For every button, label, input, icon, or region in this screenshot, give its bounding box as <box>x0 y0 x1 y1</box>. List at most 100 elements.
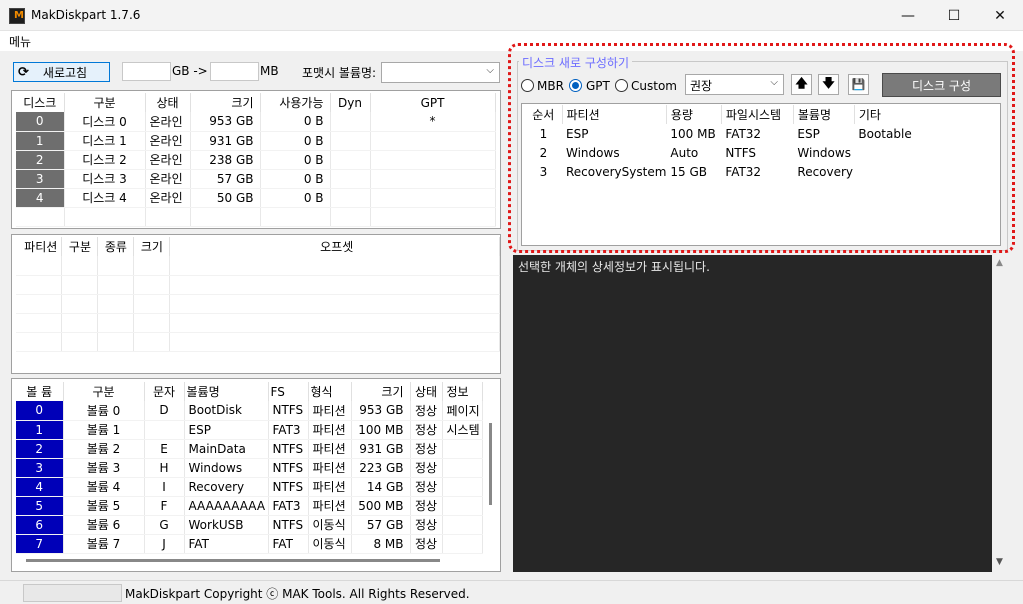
volume-fs: NTFS <box>268 515 309 535</box>
col-disk[interactable]: 디스크 <box>16 93 65 112</box>
volume-size: 953 GB <box>351 401 411 421</box>
table-row[interactable]: 1 디스크 1 온라인 931 GB 0 B <box>16 131 496 151</box>
gb-label: GB -> <box>172 64 208 78</box>
volume-label-select[interactable]: ⌵ <box>381 62 500 83</box>
volume-size: 14 GB <box>351 477 411 497</box>
table-row[interactable]: 4 디스크 4 온라인 50 GB 0 B <box>16 188 496 208</box>
minimize-icon: — <box>901 7 915 24</box>
volume-index: 4 <box>16 477 64 497</box>
col-label[interactable]: 볼륨명 <box>184 382 269 401</box>
disk-name: 디스크 0 <box>64 112 146 132</box>
menu-item[interactable]: 메뉴 <box>9 33 31 50</box>
col-size[interactable]: 크기 <box>190 93 261 112</box>
volume-scrollbar[interactable] <box>489 423 492 505</box>
volume-fs: FAT3 <box>268 420 309 440</box>
volume-index: 5 <box>16 496 64 516</box>
col-status[interactable]: 상태 <box>410 382 443 401</box>
volume-status: 정상 <box>410 496 443 516</box>
volume-size: 57 GB <box>351 515 411 535</box>
volume-label: Recovery <box>184 477 269 497</box>
close-icon: ✕ <box>994 7 1006 24</box>
col-kind[interactable]: 구분 <box>63 382 145 401</box>
volume-format: 이동식 <box>308 515 352 535</box>
volume-size: 500 MB <box>351 496 411 516</box>
chevron-down-icon: ⌵ <box>486 65 494 76</box>
volume-name: 볼륨 1 <box>63 420 145 440</box>
col-offset[interactable]: 오프셋 <box>169 237 500 256</box>
table-row[interactable]: 5 볼륨 5 F AAAAAAAAA FAT3 파티션 500 MB 정상 <box>16 496 483 516</box>
volume-name: 볼륨 6 <box>63 515 145 535</box>
volume-info <box>442 496 483 516</box>
volume-status: 정상 <box>410 420 443 440</box>
table-row[interactable]: 1 볼륨 1 ESP FAT3 파티션 100 MB 정상 시스템 <box>16 420 483 440</box>
volume-letter: E <box>144 439 185 459</box>
detail-text: 선택한 개체의 상세정보가 표시됩니다. <box>518 260 710 274</box>
disk-size: 238 GB <box>190 150 261 170</box>
volume-info: 페이지 <box>442 401 483 421</box>
disk-status: 온라인 <box>145 131 191 151</box>
volume-letter: D <box>144 401 185 421</box>
volume-letter: F <box>144 496 185 516</box>
app-icon: M <box>9 8 25 24</box>
table-row[interactable]: 3 디스크 3 온라인 57 GB 0 B <box>16 169 496 189</box>
highlight-outline <box>508 43 1015 253</box>
volume-size: 931 GB <box>351 439 411 459</box>
scroll-up-icon[interactable]: ▲ <box>996 258 1003 268</box>
col-format[interactable]: 형식 <box>308 382 352 401</box>
minimize-button[interactable]: — <box>885 0 931 31</box>
gb-input[interactable] <box>122 62 171 81</box>
detail-scrollbar[interactable]: ▲ ▼ <box>992 255 1009 572</box>
volume-format: 파티션 <box>308 496 352 516</box>
volume-info <box>442 477 483 497</box>
close-button[interactable]: ✕ <box>977 0 1023 31</box>
volume-info: 시스템 <box>442 420 483 440</box>
volume-format: 파티션 <box>308 477 352 497</box>
col-info[interactable]: 정보 <box>442 382 483 401</box>
disk-gpt <box>370 150 496 170</box>
table-row[interactable]: 3 볼륨 3 H Windows NTFS 파티션 223 GB 정상 <box>16 458 483 478</box>
table-row[interactable]: 4 볼륨 4 I Recovery NTFS 파티션 14 GB 정상 <box>16 477 483 497</box>
col-letter[interactable]: 문자 <box>144 382 185 401</box>
table-row[interactable]: 0 디스크 0 온라인 953 GB 0 B * <box>16 112 496 132</box>
col-size[interactable]: 크기 <box>133 237 171 256</box>
maximize-button[interactable]: ☐ <box>931 0 977 31</box>
table-row[interactable]: 2 볼륨 2 E MainData NTFS 파티션 931 GB 정상 <box>16 439 483 459</box>
scroll-down-icon[interactable]: ▼ <box>996 557 1003 567</box>
disk-name: 디스크 3 <box>64 169 146 189</box>
partition-list: 파티션 구분 종류 크기 오프셋 <box>11 234 501 374</box>
disk-name: 디스크 2 <box>64 150 146 170</box>
disk-free: 0 B <box>260 112 331 132</box>
refresh-button[interactable]: ⟳ 새로고침 <box>13 62 110 82</box>
volume-info <box>442 439 483 459</box>
volume-info <box>442 515 483 535</box>
disk-name: 디스크 1 <box>64 131 146 151</box>
col-fs[interactable]: FS <box>268 382 309 401</box>
col-type[interactable]: 구분 <box>64 93 146 112</box>
table-row[interactable]: 7 볼륨 7 J FAT FAT 이동식 8 MB 정상 <box>16 534 483 554</box>
disk-gpt <box>370 188 496 208</box>
table-row[interactable]: 0 볼륨 0 D BootDisk NTFS 파티션 953 GB 정상 페이지 <box>16 401 483 421</box>
col-partition[interactable]: 파티션 <box>16 237 63 256</box>
col-free[interactable]: 사용가능 <box>260 93 331 112</box>
col-size[interactable]: 크기 <box>351 382 411 401</box>
volume-format: 파티션 <box>308 439 352 459</box>
volume-format: 파티션 <box>308 420 352 440</box>
col-gpt[interactable]: GPT <box>370 93 496 112</box>
volume-label: FAT <box>184 534 269 554</box>
table-row[interactable]: 6 볼륨 6 G WorkUSB NTFS 이동식 57 GB 정상 <box>16 515 483 535</box>
table-row[interactable]: 2 디스크 2 온라인 238 GB 0 B <box>16 150 496 170</box>
volume-index: 1 <box>16 420 64 440</box>
volume-hscrollbar[interactable] <box>26 559 440 562</box>
volume-name: 볼륨 0 <box>63 401 145 421</box>
volume-fs: NTFS <box>268 458 309 478</box>
volume-index: 7 <box>16 534 64 554</box>
volume-letter: G <box>144 515 185 535</box>
col-category[interactable]: 종류 <box>97 237 135 256</box>
mb-input[interactable] <box>210 62 259 81</box>
col-volume[interactable]: 볼 륨 <box>16 382 64 401</box>
volume-name: 볼륨 3 <box>63 458 145 478</box>
col-kind[interactable]: 구분 <box>61 237 99 256</box>
col-dyn[interactable]: Dyn <box>330 93 371 112</box>
disk-gpt <box>370 131 496 151</box>
col-status[interactable]: 상태 <box>145 93 191 112</box>
